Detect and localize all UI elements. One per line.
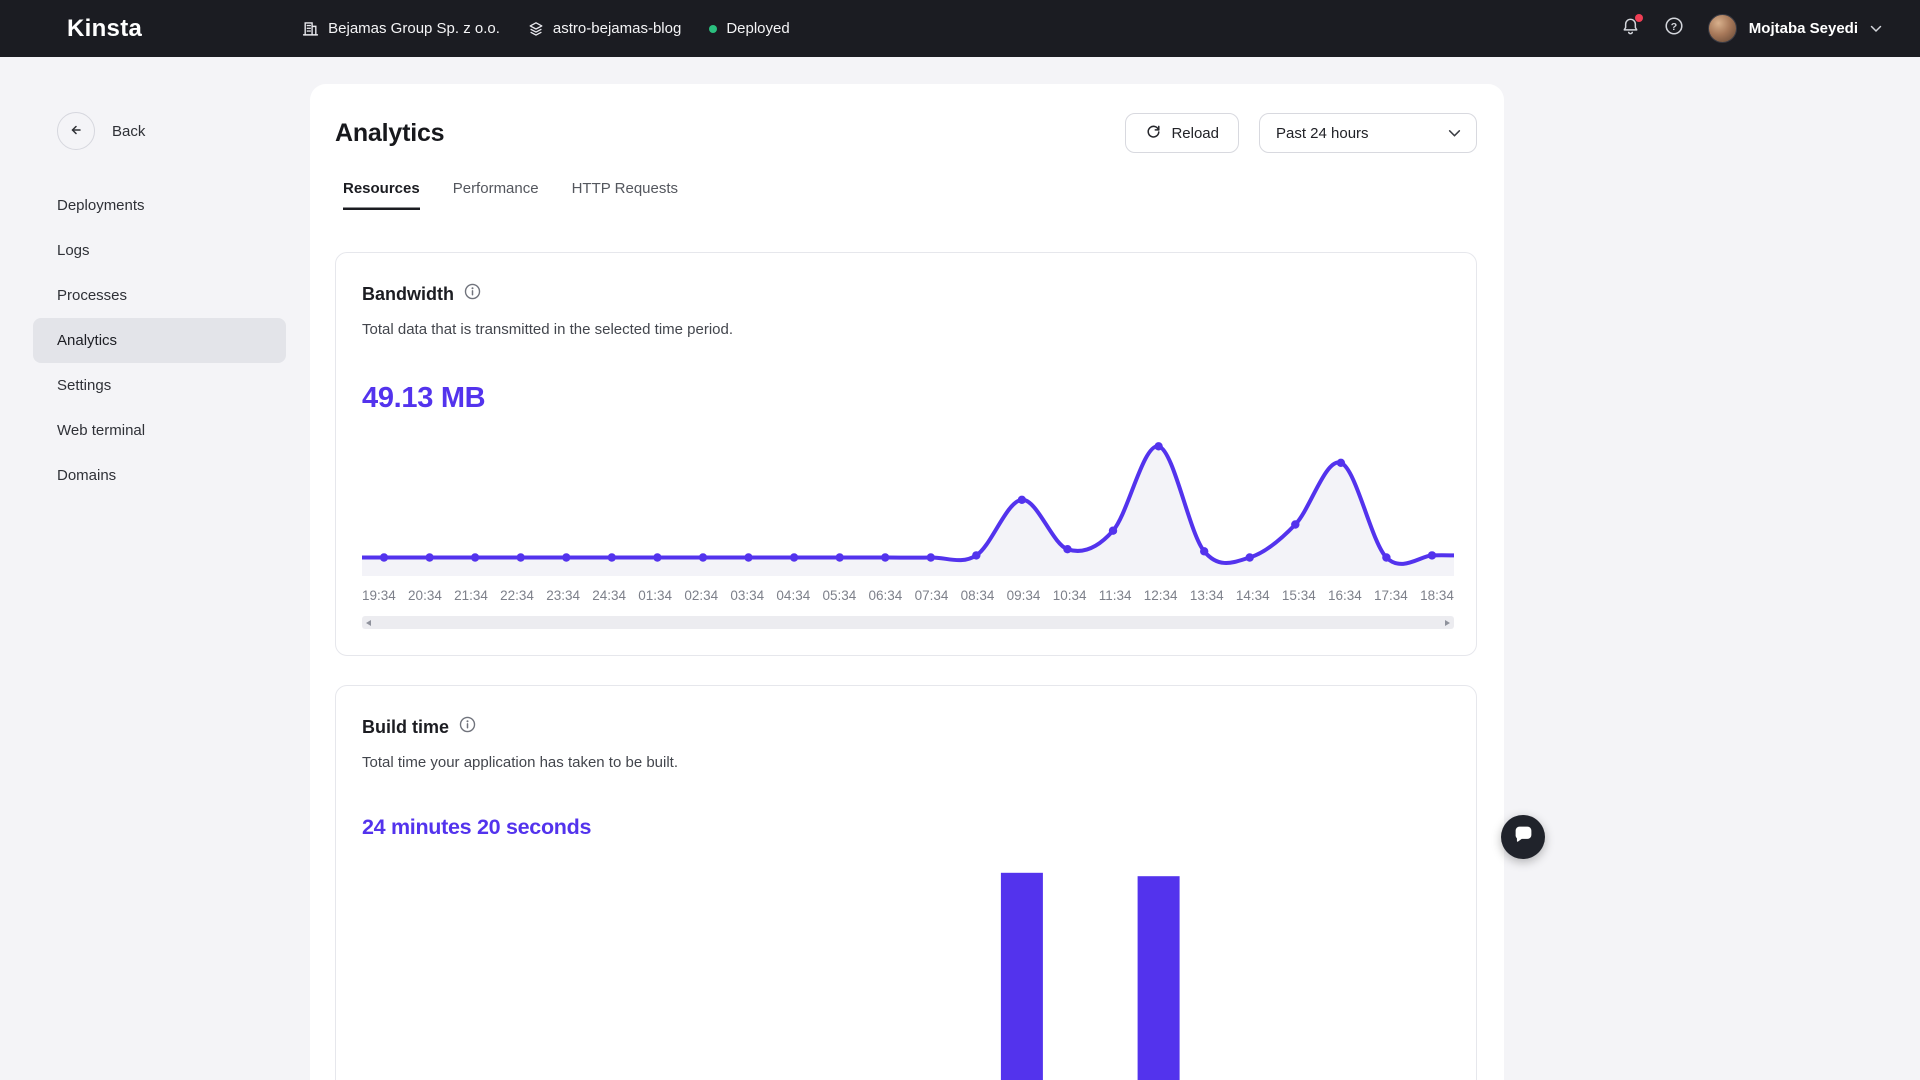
refresh-icon	[1145, 123, 1162, 144]
info-icon[interactable]	[464, 283, 481, 305]
build-time-chart	[362, 861, 1454, 1080]
x-axis-label: 09:34	[1007, 588, 1041, 603]
sidebar-item-processes[interactable]: Processes	[33, 273, 286, 318]
sidebar-item-web-terminal[interactable]: Web terminal	[33, 408, 286, 453]
sidebar-item-analytics[interactable]: Analytics	[33, 318, 286, 363]
context-breadcrumb: Bejamas Group Sp. z o.o. astro-bejamas-b…	[302, 20, 790, 37]
time-range-select[interactable]: Past 24 hours	[1259, 113, 1477, 153]
notifications-button[interactable]	[1621, 17, 1640, 41]
x-axis-label: 20:34	[408, 588, 442, 603]
chevron-down-icon	[1870, 20, 1882, 38]
x-axis-label: 23:34	[546, 588, 580, 603]
x-axis-label: 16:34	[1328, 588, 1362, 603]
card-description: Total data that is transmitted in the se…	[362, 321, 1450, 338]
building-icon	[302, 20, 319, 37]
bandwidth-chart-svg	[362, 436, 1454, 576]
sidebar-nav: Deployments Logs Processes Analytics Set…	[33, 183, 286, 498]
deployment-status: Deployed	[709, 20, 789, 37]
kinsta-logo[interactable]: Kinsta	[67, 15, 142, 43]
x-axis-label: 17:34	[1374, 588, 1408, 603]
x-axis-label: 05:34	[822, 588, 856, 603]
x-axis-label: 18:34	[1420, 588, 1454, 603]
topbar: Kinsta Bejamas Group Sp. z o.o. astro-be…	[0, 0, 1920, 57]
tab-http-requests[interactable]: HTTP Requests	[572, 180, 678, 210]
user-menu[interactable]: Mojtaba Seyedi	[1708, 14, 1882, 43]
card-description: Total time your application has taken to…	[362, 754, 1450, 771]
sidebar-item-deployments[interactable]: Deployments	[33, 183, 286, 228]
x-axis-label: 01:34	[638, 588, 672, 603]
x-axis-label: 13:34	[1190, 588, 1224, 603]
x-axis-label: 22:34	[500, 588, 534, 603]
user-name: Mojtaba Seyedi	[1749, 20, 1858, 37]
x-axis-label: 14:34	[1236, 588, 1270, 603]
chevron-down-icon	[1448, 125, 1461, 142]
sidebar-item-settings[interactable]: Settings	[33, 363, 286, 408]
x-axis-label: 12:34	[1144, 588, 1178, 603]
company-switcher[interactable]: Bejamas Group Sp. z o.o.	[302, 20, 500, 37]
bandwidth-card: Bandwidth Total data that is transmitted…	[335, 252, 1477, 656]
card-title: Build time	[362, 717, 449, 738]
back-button[interactable]	[57, 112, 95, 150]
back-label: Back	[112, 123, 145, 140]
scrollbar-right-arrow[interactable]	[1445, 620, 1450, 626]
x-axis-label: 03:34	[730, 588, 764, 603]
info-icon[interactable]	[459, 716, 476, 738]
bandwidth-value: 49.13 MB	[362, 382, 1450, 415]
x-axis-label: 24:34	[592, 588, 626, 603]
sidebar-item-logs[interactable]: Logs	[33, 228, 286, 273]
help-button[interactable]: ?	[1664, 16, 1684, 41]
build-chart-svg	[362, 861, 1454, 1080]
build-time-value: 24 minutes 20 seconds	[362, 815, 1450, 840]
status-dot	[709, 25, 717, 33]
x-axis-label: 10:34	[1053, 588, 1087, 603]
chat-launcher[interactable]	[1501, 815, 1545, 859]
chart-scrollbar[interactable]	[362, 616, 1454, 629]
build-bar	[1138, 876, 1180, 1080]
x-axis-label: 06:34	[869, 588, 903, 603]
app-name: astro-bejamas-blog	[553, 20, 681, 37]
time-range-value: Past 24 hours	[1276, 125, 1369, 142]
tab-performance[interactable]: Performance	[453, 180, 539, 210]
chat-icon	[1513, 824, 1534, 850]
company-name: Bejamas Group Sp. z o.o.	[328, 20, 500, 37]
notification-dot	[1635, 14, 1643, 22]
tabs: Resources Performance HTTP Requests	[310, 153, 1504, 211]
sidebar-item-domains[interactable]: Domains	[33, 453, 286, 498]
x-axis-label: 04:34	[776, 588, 810, 603]
x-axis-label: 11:34	[1099, 588, 1132, 603]
bandwidth-chart	[362, 436, 1454, 576]
card-title: Bandwidth	[362, 284, 454, 305]
layers-icon	[528, 21, 544, 37]
tab-resources[interactable]: Resources	[343, 180, 420, 210]
build-time-card: Build time Total time your application h…	[335, 685, 1477, 1080]
x-axis-label: 07:34	[915, 588, 949, 603]
x-axis-labels: 19:34 20:34 21:34 22:34 23:34 24:34 01:34 02:34…	[362, 588, 1454, 603]
help-icon: ?	[1664, 16, 1684, 41]
status-label: Deployed	[726, 20, 789, 37]
avatar	[1708, 14, 1737, 43]
arrow-left-icon	[68, 122, 84, 141]
topbar-right: ? Mojtaba Seyedi	[1621, 14, 1882, 43]
build-bar	[1001, 873, 1043, 1080]
reload-button[interactable]: Reload	[1125, 113, 1239, 153]
app-switcher[interactable]: astro-bejamas-blog	[528, 20, 681, 37]
scrollbar-left-arrow[interactable]	[366, 620, 371, 626]
main-card: Analytics Reload Past 24 hours Resources…	[310, 84, 1504, 1080]
x-axis-label: 08:34	[961, 588, 995, 603]
x-axis-label: 02:34	[684, 588, 718, 603]
reload-label: Reload	[1171, 125, 1219, 142]
page-title: Analytics	[335, 119, 444, 148]
x-axis-label: 21:34	[454, 588, 488, 603]
svg-text:?: ?	[1671, 21, 1677, 33]
sidebar: Back Deployments Logs Processes Analytic…	[0, 57, 310, 498]
x-axis-label: 15:34	[1282, 588, 1316, 603]
back-row: Back	[57, 112, 310, 150]
x-axis-label: 19:34	[362, 588, 396, 603]
main-header: Analytics Reload Past 24 hours	[310, 84, 1504, 153]
